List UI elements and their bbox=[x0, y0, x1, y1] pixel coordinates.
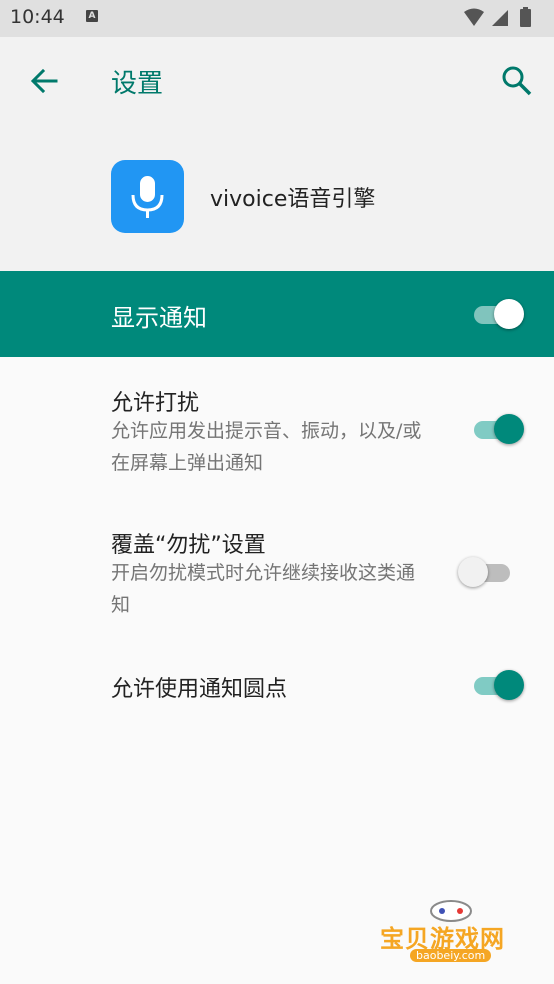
setting-summary: 开启勿扰模式时允许继续接收这类通知 bbox=[111, 562, 416, 616]
switch-thumb bbox=[494, 299, 524, 329]
notification-a-icon: A bbox=[86, 10, 98, 22]
setting-title: 允许打扰 bbox=[111, 391, 200, 416]
status-time: 10:44 bbox=[10, 6, 65, 28]
app-name: vivoice语音引擎 bbox=[210, 187, 376, 212]
app-header: vivoice语音引擎 bbox=[0, 123, 554, 271]
search-icon[interactable] bbox=[500, 64, 534, 98]
switch-thumb bbox=[494, 414, 524, 444]
watermark-url: baobeiy.com bbox=[410, 949, 492, 962]
setting-title: 允许使用通知圆点 bbox=[111, 677, 288, 702]
setting-summary: 允许应用发出提示音、振动，以及/或在屏幕上弹出通知 bbox=[111, 420, 422, 474]
page-title: 设置 bbox=[111, 69, 164, 99]
show-notifications-switch[interactable] bbox=[470, 297, 526, 331]
signal-icon bbox=[492, 10, 508, 26]
battery-icon bbox=[520, 7, 531, 27]
override-dnd-row[interactable]: 覆盖“勿扰”设置 开启勿扰模式时允许继续接收这类通知 bbox=[0, 499, 554, 641]
microphone-app-icon bbox=[111, 160, 184, 233]
switch-thumb bbox=[458, 557, 488, 587]
status-bar: 10:44 A bbox=[0, 0, 554, 37]
switch-thumb bbox=[494, 670, 524, 700]
microphone-icon bbox=[131, 176, 164, 218]
show-notifications-label: 显示通知 bbox=[111, 304, 207, 332]
status-icons bbox=[462, 7, 546, 33]
notification-dots-switch[interactable] bbox=[470, 668, 526, 702]
show-notifications-row[interactable]: 显示通知 bbox=[0, 271, 554, 357]
back-arrow-icon[interactable] bbox=[28, 65, 60, 97]
watermark: 宝贝游戏网 baobeiy.com bbox=[376, 893, 526, 973]
allow-interruptions-switch[interactable] bbox=[470, 412, 526, 446]
setting-title: 覆盖“勿扰”设置 bbox=[111, 533, 266, 558]
notification-dots-row[interactable]: 允许使用通知圆点 bbox=[0, 641, 554, 731]
allow-interruptions-row[interactable]: 允许打扰 允许应用发出提示音、振动，以及/或在屏幕上弹出通知 bbox=[0, 357, 554, 499]
toolbar: 设置 bbox=[0, 37, 554, 123]
override-dnd-switch[interactable] bbox=[458, 555, 514, 589]
wifi-icon bbox=[464, 8, 484, 26]
